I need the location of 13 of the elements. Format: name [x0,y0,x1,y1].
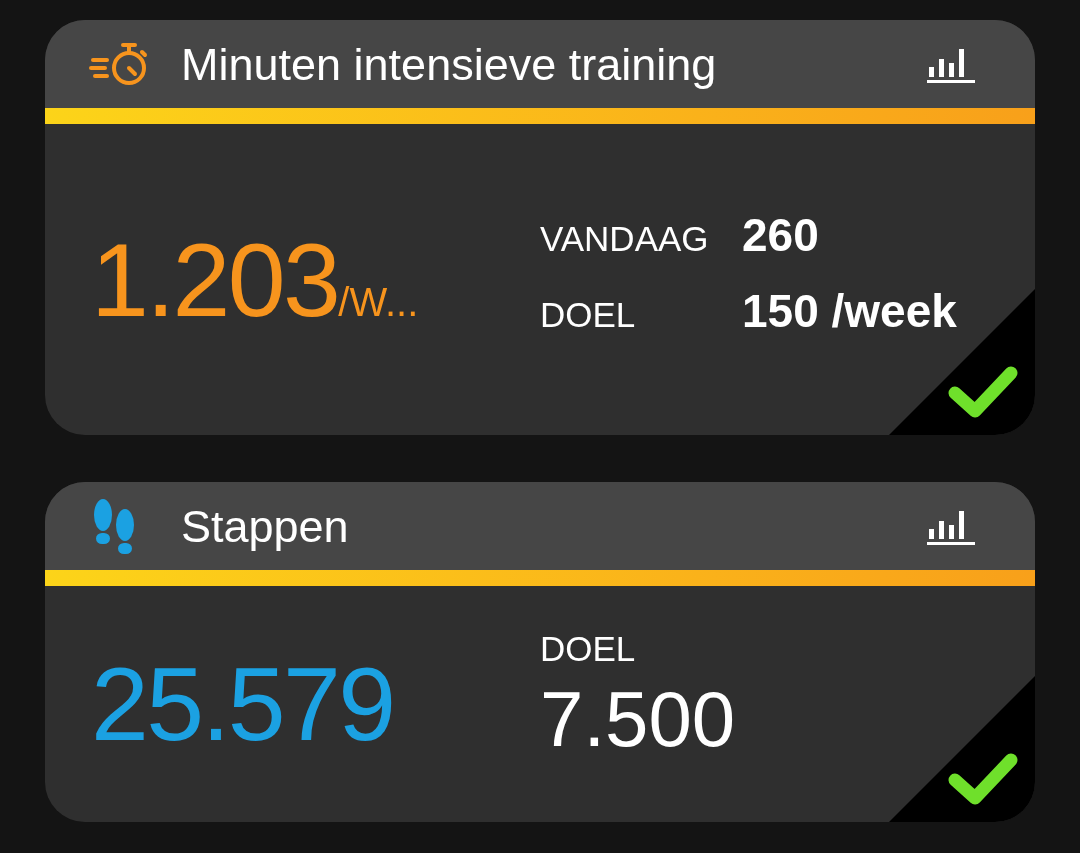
stat-value: 7.500 [540,679,736,758]
stat-value: 260 [742,211,819,258]
metric-value: 1.203 [91,227,339,332]
stat-label: DOEL [540,296,637,332]
metric-value: 25.579 [91,652,394,756]
stat-label: VANDAAG [540,220,710,256]
metric-unit: /W... [338,281,419,322]
metric-card[interactable]: Stappen 25.579 DOEL 7.500 [45,482,1035,822]
stat-label: DOEL [540,630,637,666]
stat-value: 150 /week [742,287,957,334]
card-title: Stappen [181,503,350,549]
metric-card[interactable]: Minuten intensieve training 1.203/W... VANDAAG 260 DOEL 150 /week [45,20,1035,435]
card-title: Minuten intensieve training [181,41,718,87]
